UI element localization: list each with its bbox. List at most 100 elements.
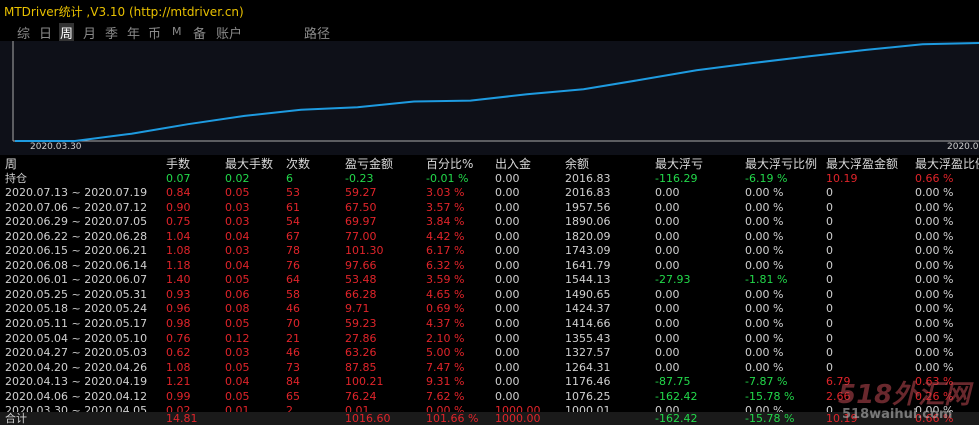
cell-lots: 0.62 — [166, 346, 191, 360]
cell-percent: 4.65 % — [426, 287, 465, 301]
cell-deposit: 0.00 — [495, 287, 520, 301]
table-row: 2020.06.15 ~ 2020.06.21 1.08 0.03 78 101.30 6… — [0, 244, 979, 257]
cell-pnl: 97.66 — [345, 258, 377, 272]
cell-balance: 1327.57 — [565, 346, 611, 360]
tab-day[interactable]: 日 — [39, 23, 52, 42]
cell-count: 46 — [286, 302, 300, 316]
cell-max-float-profit-pct: 0.00 % — [915, 360, 954, 374]
cell-max-float-profit-pct: 0.00 % — [915, 273, 954, 287]
cell-max-float-profit: 0 — [826, 229, 833, 243]
cell-max-drawdown-pct: -15.78 % — [745, 389, 795, 403]
cell-week: 2020.04.13 ~ 2020.04.19 — [5, 375, 148, 389]
cell-week: 2020.04.20 ~ 2020.04.26 — [5, 360, 148, 374]
cell-deposit: 0.00 — [495, 229, 520, 243]
cell-balance: 1544.13 — [565, 273, 611, 287]
cell-max-float-profit-pct: 0.00 % — [915, 316, 954, 330]
tab-year[interactable]: 年 — [127, 23, 140, 42]
cell-max-float-profit: 0 — [826, 331, 833, 345]
cell-deposit: 0.00 — [495, 346, 520, 360]
cell-max-drawdown: -162.42 — [655, 412, 698, 425]
cell-max-drawdown: -27.93 — [655, 273, 691, 287]
cell-lots: 0.99 — [166, 389, 191, 403]
cell-max-lots: 最大手数 — [225, 157, 274, 171]
cell-week: 2020.05.04 ~ 2020.05.10 — [5, 331, 148, 345]
cell-max-float-profit: 0 — [826, 186, 833, 199]
tab-summary[interactable]: 综 — [17, 23, 30, 42]
tab-account[interactable]: 账户 — [216, 23, 242, 42]
cell-deposit: 0.00 — [495, 215, 520, 229]
cell-week: 2020.06.15 ~ 2020.06.21 — [5, 244, 148, 258]
cell-max-float-profit-pct: 0.00 % — [915, 200, 954, 214]
cell-balance: 1414.66 — [565, 316, 611, 330]
cell-max-lots: 0.03 — [225, 200, 250, 214]
table-row: 2020.06.01 ~ 2020.06.07 1.40 0.05 64 53.48 3.… — [0, 273, 979, 286]
cell-max-float-profit-pct: 0.00 % — [915, 186, 954, 199]
cell-percent: 3.59 % — [426, 273, 465, 287]
tab-m[interactable]: M — [172, 25, 182, 38]
cell-week: 2020.05.25 ~ 2020.05.31 — [5, 287, 148, 301]
cell-pnl: 67.50 — [345, 200, 377, 214]
cell-max-drawdown-pct: 0.00 % — [745, 244, 784, 258]
cell-lots: 0.84 — [166, 186, 191, 199]
cell-week: 2020.05.11 ~ 2020.05.17 — [5, 316, 148, 330]
cell-balance: 2016.83 — [565, 172, 611, 185]
cell-lots: 1.04 — [166, 229, 191, 243]
cell-week: 合计 — [5, 412, 27, 425]
cell-lots: 0.96 — [166, 302, 191, 316]
cell-count: 54 — [286, 215, 300, 229]
table-row: 2020.07.13 ~ 2020.07.19 0.84 0.05 53 59.27 3.… — [0, 186, 979, 199]
tab-notes[interactable]: 备 — [193, 23, 206, 42]
cell-max-float-profit: 最大浮盈金额 — [826, 157, 899, 171]
cell-max-drawdown-pct: 0.00 % — [745, 186, 784, 199]
cell-count: 65 — [286, 389, 300, 403]
app-title: MTDriver统计 ,V3.10 (http://mtdriver.cn) — [4, 5, 244, 19]
cell-lots: 0.76 — [166, 331, 191, 345]
cell-max-lots: 0.05 — [225, 316, 250, 330]
cell-balance: 2016.83 — [565, 186, 611, 199]
table-row: 2020.04.06 ~ 2020.04.12 0.99 0.05 65 76.24 7.… — [0, 390, 979, 403]
x-tick-label: 2020.07 — [947, 142, 979, 152]
cell-max-drawdown-pct: -15.78 % — [745, 412, 795, 425]
cell-percent: 101.66 % — [426, 412, 479, 425]
cell-pnl: 77.00 — [345, 229, 377, 243]
cell-pnl: 76.24 — [345, 389, 377, 403]
cell-max-float-profit: 0 — [826, 273, 833, 287]
tab-quarter[interactable]: 季 — [105, 23, 118, 42]
cell-max-drawdown: 0.00 — [655, 287, 680, 301]
cell-max-drawdown-pct: 0.00 % — [745, 302, 784, 316]
cell-max-drawdown-pct: 0.00 % — [745, 360, 784, 374]
cell-max-float-profit-pct: 0.00 % — [915, 331, 954, 345]
cell-count: 58 — [286, 287, 300, 301]
cell-max-drawdown: 0.00 — [655, 331, 680, 345]
table-row: 2020.05.04 ~ 2020.05.10 0.76 0.12 21 27.86 2.… — [0, 332, 979, 345]
cell-percent: 0.69 % — [426, 302, 465, 316]
cell-count: 61 — [286, 200, 300, 214]
cell-balance: 1743.09 — [565, 244, 611, 258]
cell-balance: 1076.25 — [565, 389, 611, 403]
cell-week: 2020.07.06 ~ 2020.07.12 — [5, 200, 148, 214]
cell-max-lots: 0.04 — [225, 258, 250, 272]
cell-lots: 1.08 — [166, 244, 191, 258]
cell-lots: 0.75 — [166, 215, 191, 229]
table-row: 2020.06.29 ~ 2020.07.05 0.75 0.03 54 69.97 3.… — [0, 215, 979, 228]
cell-balance: 1424.37 — [565, 302, 611, 316]
tab-week[interactable]: 周 — [59, 23, 75, 42]
cell-percent: 4.42 % — [426, 229, 465, 243]
balance-chart — [0, 41, 979, 155]
cell-lots: 手数 — [166, 157, 191, 171]
tab-month[interactable]: 月 — [83, 23, 96, 42]
table-row: 2020.05.11 ~ 2020.05.17 0.98 0.05 70 59.23 4.… — [0, 317, 979, 330]
cell-max-float-profit: 0 — [826, 302, 833, 316]
cell-percent: 5.00 % — [426, 346, 465, 360]
cell-percent: 百分比% — [426, 157, 474, 171]
cell-balance: 1820.09 — [565, 229, 611, 243]
cell-balance: 1890.06 — [565, 215, 611, 229]
tab-currency[interactable]: 币 — [148, 23, 161, 42]
cell-balance: 余额 — [565, 157, 590, 171]
cell-percent: 2.10 % — [426, 331, 465, 345]
tab-path[interactable]: 路径 — [304, 23, 330, 42]
cell-lots: 0.90 — [166, 200, 191, 214]
cell-percent: 7.62 % — [426, 389, 465, 403]
cell-max-float-profit-pct: 0.00 % — [915, 244, 954, 258]
cell-max-lots: 0.02 — [225, 172, 250, 185]
